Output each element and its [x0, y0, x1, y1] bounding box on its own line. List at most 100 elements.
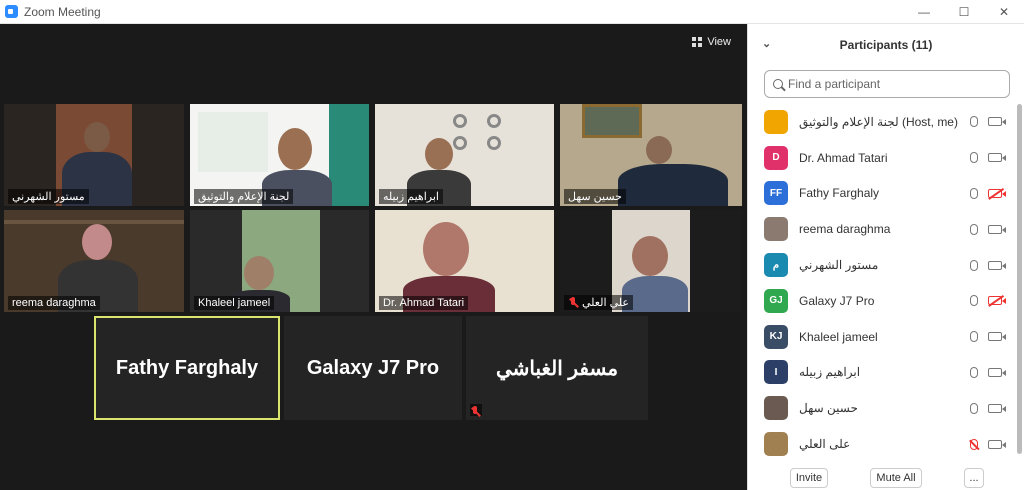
- mic-icon[interactable]: [970, 295, 978, 307]
- window-controls: — ☐ ✕: [904, 0, 1024, 24]
- video-tile[interactable]: ابراهيم زبيله: [375, 104, 554, 206]
- tile-name-label: ابراهيم زبيله: [379, 189, 443, 204]
- avatar: م: [764, 253, 788, 278]
- participant-name: لجنة الإعلام والتوثيق (Host, me): [799, 114, 958, 129]
- tile-name-label: علي العلي: [564, 295, 633, 310]
- participant-row[interactable]: FF Fathy Farghaly: [748, 176, 1018, 212]
- avatar: I: [764, 360, 788, 385]
- muted-mic-icon: [470, 404, 482, 416]
- video-icon[interactable]: [988, 153, 1006, 163]
- participant-list-scrollbar[interactable]: [1017, 104, 1022, 454]
- participant-search-input[interactable]: Find a participant: [764, 70, 1010, 98]
- video-gallery: View مستور الشهرني لجنة الإعلام والتوثيق…: [0, 24, 747, 490]
- video-icon[interactable]: [988, 260, 1006, 270]
- video-icon[interactable]: [988, 403, 1006, 413]
- participant-row[interactable]: GJ Galaxy J7 Pro: [748, 283, 1018, 319]
- participant-row[interactable]: I ابراهيم زبيله: [748, 355, 1018, 391]
- view-label: View: [707, 36, 731, 48]
- participants-footer: Invite Mute All ...: [748, 466, 1024, 490]
- gallery-grid-icon: [692, 37, 703, 47]
- search-placeholder: Find a participant: [788, 77, 881, 91]
- avatar: KJ: [764, 324, 788, 349]
- chevron-down-icon[interactable]: ⌄: [762, 37, 771, 50]
- tile-name-label: reema daraghma: [8, 296, 100, 310]
- tile-name-label: لجنة الإعلام والتوثيق: [194, 189, 294, 204]
- avatar: [764, 432, 788, 457]
- tile-name-label: Khaleel jameel: [194, 296, 275, 310]
- video-tile[interactable]: لجنة الإعلام والتوثيق: [190, 104, 369, 206]
- avatar: D: [764, 145, 788, 170]
- participant-status-icons: [970, 116, 1006, 128]
- participant-row[interactable]: reema daraghma: [748, 211, 1018, 247]
- avatar: GJ: [764, 288, 788, 313]
- participant-status-icons: [970, 295, 1006, 307]
- video-tile[interactable]: Galaxy J7 Pro: [284, 316, 462, 420]
- video-icon[interactable]: [988, 439, 1006, 449]
- avatar: FF: [764, 181, 788, 206]
- invite-button[interactable]: Invite: [790, 468, 828, 488]
- mic-icon[interactable]: [970, 402, 978, 414]
- participant-name: reema daraghma: [799, 222, 891, 237]
- video-icon[interactable]: [988, 224, 1006, 234]
- participant-name: مستور الشهرني: [799, 258, 879, 273]
- zoom-app-icon: [5, 5, 18, 18]
- participant-row[interactable]: D Dr. Ahmad Tatari: [748, 140, 1018, 176]
- active-speaker-tile[interactable]: Fathy Farghaly: [94, 316, 280, 420]
- tile-name-label: Dr. Ahmad Tatari: [379, 296, 469, 310]
- minimize-button[interactable]: —: [904, 0, 944, 24]
- video-icon[interactable]: [988, 332, 1006, 342]
- mic-icon[interactable]: [970, 152, 978, 164]
- participant-status-icons: [970, 152, 1006, 164]
- video-off-icon[interactable]: [988, 296, 1006, 306]
- video-tile[interactable]: مستور الشهرني: [4, 104, 184, 206]
- mic-icon[interactable]: [970, 259, 978, 271]
- participant-row[interactable]: حسين سهل: [748, 390, 1018, 426]
- mic-icon[interactable]: [970, 187, 978, 199]
- video-tile[interactable]: مسفر الغباشي: [466, 316, 648, 420]
- window-title: Zoom Meeting: [24, 4, 101, 19]
- search-icon: [773, 79, 783, 89]
- view-button[interactable]: View: [686, 32, 737, 52]
- avatar: [764, 217, 788, 242]
- participant-name: حسين سهل: [799, 401, 858, 416]
- more-options-button[interactable]: ...: [964, 468, 984, 488]
- video-icon[interactable]: [988, 117, 1006, 127]
- avatar: [764, 396, 788, 421]
- participant-status-icons: [970, 438, 1006, 450]
- tile-name-label: حسين سهل: [564, 189, 626, 204]
- video-tile[interactable]: حسين سهل: [560, 104, 742, 206]
- participant-row[interactable]: م مستور الشهرني: [748, 247, 1018, 283]
- participant-name: Dr. Ahmad Tatari: [799, 150, 888, 165]
- video-tile[interactable]: علي العلي: [560, 210, 742, 312]
- participant-row[interactable]: KJ Khaleel jameel: [748, 319, 1018, 355]
- participants-header: ⌄ Participants (11): [748, 24, 1024, 66]
- participant-status-icons: [970, 187, 1006, 199]
- window-titlebar: Zoom Meeting — ☐ ✕: [0, 0, 1024, 24]
- video-tile[interactable]: Dr. Ahmad Tatari: [375, 210, 554, 312]
- mic-icon[interactable]: [970, 366, 978, 378]
- maximize-button[interactable]: ☐: [944, 0, 984, 24]
- mic-icon[interactable]: [970, 331, 978, 343]
- participants-panel: ⌄ Participants (11) Find a participant ل…: [747, 24, 1024, 490]
- participant-status-icons: [970, 366, 1006, 378]
- participant-name: Fathy Farghaly: [799, 186, 880, 201]
- mic-icon[interactable]: [970, 223, 978, 235]
- participant-status-icons: [970, 402, 1006, 414]
- mute-all-button[interactable]: Mute All: [870, 468, 922, 488]
- participant-name: Galaxy J7 Pro: [306, 356, 440, 379]
- muted-mic-icon[interactable]: [970, 438, 978, 450]
- participant-row[interactable]: على العلي: [748, 426, 1018, 462]
- participant-name: Fathy Farghaly: [115, 356, 259, 379]
- participant-name: Galaxy J7 Pro: [799, 293, 875, 308]
- video-tile[interactable]: Khaleel jameel: [190, 210, 369, 312]
- close-button[interactable]: ✕: [984, 0, 1024, 24]
- mic-icon[interactable]: [970, 116, 978, 128]
- muted-mic-icon: [568, 297, 579, 308]
- video-tile[interactable]: reema daraghma: [4, 210, 184, 312]
- participant-name: Khaleel jameel: [799, 329, 878, 344]
- participants-title: Participants (11): [839, 38, 933, 52]
- video-off-icon[interactable]: [988, 188, 1006, 198]
- participant-row[interactable]: لجنة الإعلام والتوثيق (Host, me): [748, 104, 1018, 140]
- participant-status-icons: [970, 331, 1006, 343]
- video-icon[interactable]: [988, 367, 1006, 377]
